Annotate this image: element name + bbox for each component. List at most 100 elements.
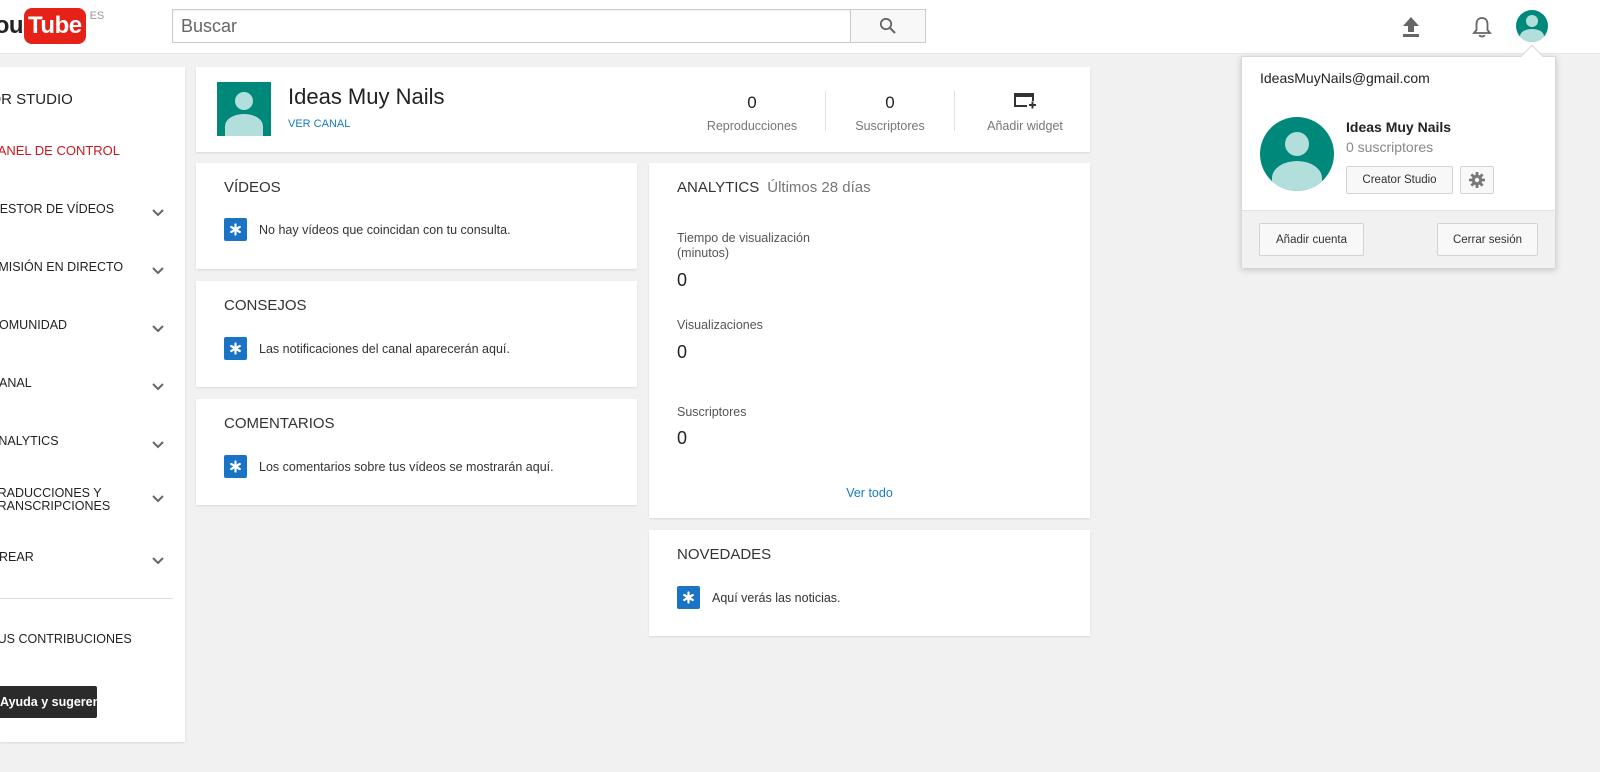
analytics-period: Últimos 28 días: [767, 179, 871, 196]
search-input[interactable]: [173, 10, 850, 42]
gear-icon: [1469, 172, 1485, 188]
info-star-icon: [224, 218, 247, 241]
sidebar-item-label: ANALYTICS: [0, 434, 59, 448]
account-email: IdeasMuyNails@gmail.com: [1260, 70, 1430, 86]
chevron-down-icon: [152, 441, 164, 449]
chevron-down-icon: [152, 267, 164, 275]
avatar-body: [225, 114, 263, 136]
sidebar-item-create[interactable]: CREAR: [0, 549, 185, 579]
add-widget-label: Añadir widget: [987, 119, 1063, 133]
views-label: Reproducciones: [706, 119, 798, 133]
avatar-icon: [1285, 132, 1309, 156]
news-card: NOVEDADES Aquí verás las noticias.: [649, 530, 1090, 636]
analytics-views-value: 0: [677, 342, 688, 362]
chevron-down-icon: [152, 383, 164, 391]
search-button[interactable]: [850, 9, 926, 43]
comments-card-title: COMENTARIOS: [224, 415, 335, 432]
info-star-icon: [677, 586, 700, 609]
views-stat: 0 Reproducciones: [696, 67, 808, 152]
news-empty-text: Aquí verás las noticias.: [712, 590, 841, 605]
sidebar-item-label: GESTOR DE VÍDEOS: [0, 202, 115, 216]
chevron-down-icon: [152, 325, 164, 333]
analytics-card-title: ANALYTICS Últimos 28 días: [677, 179, 871, 196]
account-avatar-large[interactable]: [1260, 117, 1334, 191]
news-card-title: NOVEDADES: [677, 546, 772, 563]
logo-you-text: You: [0, 12, 24, 39]
sidebar-title: CREATOR STUDIO: [0, 91, 73, 108]
videos-empty-text: No hay vídeos que coincidan con tu consu…: [259, 222, 511, 237]
chevron-down-icon: [152, 495, 164, 503]
search-field[interactable]: [172, 9, 850, 43]
analytics-views-label: Visualizaciones: [677, 318, 763, 332]
avatar-body: [1520, 29, 1544, 42]
creator-studio-sidebar: CREATOR STUDIO PANEL DE CONTROL GESTOR D…: [0, 67, 185, 742]
creator-studio-button[interactable]: Creator Studio: [1346, 166, 1453, 194]
sidebar-item-analytics[interactable]: ANALYTICS: [0, 433, 185, 463]
news-empty-message: Aquí verás las noticias.: [677, 586, 841, 609]
subscribers-count: 0: [885, 93, 895, 112]
account-avatar-button[interactable]: [1516, 10, 1548, 42]
watch-time-value: 0: [677, 270, 688, 290]
avatar-icon: [1526, 15, 1538, 27]
tips-empty-text: Las notificaciones del canal aparecerán …: [259, 341, 510, 356]
tips-card-title: CONSEJOS: [224, 297, 307, 314]
comments-empty-message: Los comentarios sobre tus vídeos se most…: [224, 455, 554, 478]
account-popup-footer: Añadir cuenta Cerrar sesión: [1242, 210, 1555, 268]
avatar-icon: [235, 92, 253, 110]
add-widget-icon: [1014, 93, 1036, 109]
stat-divider: [825, 91, 826, 131]
analytics-subscribers-value: 0: [677, 428, 688, 448]
masthead: You Tube ES: [0, 0, 1600, 54]
account-subscribers: 0 suscriptores: [1346, 139, 1434, 155]
videos-card-title: VÍDEOS: [224, 179, 281, 196]
channel-avatar[interactable]: [217, 82, 271, 136]
upload-icon: [1403, 17, 1419, 37]
feedback-button[interactable]: Ayuda y sugerencias: [0, 686, 97, 718]
comments-card: COMENTARIOS Los comentarios sobre tus ví…: [196, 399, 637, 505]
videos-empty-message: No hay vídeos que coincidan con tu consu…: [224, 218, 511, 241]
view-channel-link[interactable]: VER CANAL: [288, 118, 350, 130]
comments-empty-text: Los comentarios sobre tus vídeos se most…: [259, 459, 554, 474]
tips-card: CONSEJOS Las notificaciones del canal ap…: [196, 281, 637, 387]
settings-button[interactable]: [1460, 166, 1494, 194]
channel-name: Ideas Muy Nails: [288, 84, 445, 109]
sidebar-item-contributions[interactable]: TUS CONTRIBUCIONES: [0, 632, 132, 646]
add-account-button[interactable]: Añadir cuenta: [1259, 223, 1364, 256]
sidebar-item-video-manager[interactable]: GESTOR DE VÍDEOS: [0, 201, 185, 231]
sidebar-item-dashboard[interactable]: PANEL DE CONTROL: [0, 143, 120, 158]
watch-time-unit: (minutos): [677, 246, 730, 260]
analytics-subscribers-label: Suscriptores: [677, 405, 747, 419]
sidebar-item-label: COMUNIDAD: [0, 318, 68, 332]
bell-icon: [1472, 17, 1492, 38]
youtube-logo[interactable]: You Tube ES: [0, 8, 104, 46]
subscribers-label: Suscriptores: [855, 119, 925, 133]
sidebar-item-label-line2: TRANSCRIPCIONES: [0, 499, 111, 513]
account-name: Ideas Muy Nails: [1346, 119, 1452, 135]
upload-button[interactable]: [1395, 11, 1427, 43]
sidebar-item-channel[interactable]: CANAL: [0, 375, 185, 405]
info-star-icon: [224, 455, 247, 478]
notifications-button[interactable]: [1466, 11, 1498, 43]
info-star-icon: [224, 337, 247, 360]
stat-divider: [954, 91, 955, 131]
sidebar-item-community[interactable]: COMUNIDAD: [0, 317, 185, 347]
subscribers-stat: 0 Suscriptores: [838, 67, 942, 152]
add-widget-button[interactable]: Añadir widget: [968, 67, 1082, 152]
avatar-body: [1272, 161, 1322, 191]
watch-time-label: Tiempo de visualización: [677, 231, 810, 245]
see-all-link[interactable]: Ver todo: [649, 486, 1090, 500]
channel-summary-card: Ideas Muy Nails VER CANAL 0 Reproduccion…: [196, 67, 1090, 152]
account-menu-popup: IdeasMuyNails@gmail.com Ideas Muy Nails …: [1241, 56, 1556, 268]
sidebar-item-live-streaming[interactable]: EMISIÓN EN DIRECTO: [0, 259, 185, 289]
views-count: 0: [747, 93, 757, 112]
sidebar-item-label: CREAR: [0, 550, 34, 564]
sign-out-button[interactable]: Cerrar sesión: [1437, 223, 1538, 256]
analytics-card: ANALYTICS Últimos 28 días Tiempo de visua…: [649, 163, 1090, 518]
sidebar-item-label: TRADUCCIONES Y: [0, 486, 102, 500]
chevron-down-icon: [152, 557, 164, 565]
logo-tube-text: Tube: [24, 8, 86, 44]
chevron-down-icon: [152, 209, 164, 217]
sidebar-item-translations[interactable]: TRADUCCIONES Y TRANSCRIPCIONES: [0, 486, 185, 522]
search-icon: [879, 17, 896, 34]
tips-empty-message: Las notificaciones del canal aparecerán …: [224, 337, 510, 360]
